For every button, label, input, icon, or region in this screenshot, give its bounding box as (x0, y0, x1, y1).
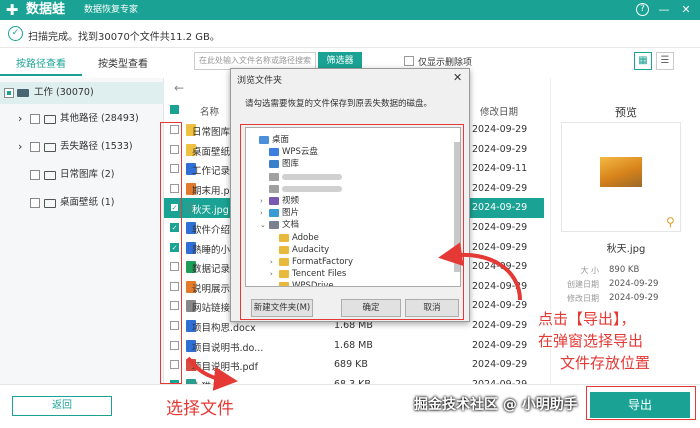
path-tree-panel: 工作 (30070) › 其他路径 (28493) › 丢失路径 (1533) … (0, 78, 164, 384)
row-date: 2024-09-29 (472, 339, 528, 351)
zoom-icon[interactable]: ⚲ (666, 215, 675, 229)
folder-icon (44, 115, 56, 124)
scan-status-text: 扫描完成。找到30070个文件共11.2 GB。 (28, 32, 220, 43)
meta-modified-value: 2024-09-29 (609, 293, 659, 303)
status-bar: ✓ 扫描完成。找到30070个文件共11.2 GB。 (0, 20, 700, 48)
row-date: 2024-09-29 (472, 222, 528, 233)
meta-size-value: 890 KB (609, 265, 640, 275)
deleted-only-checkbox[interactable] (404, 56, 414, 66)
minimize-icon[interactable]: — (656, 2, 672, 18)
preview-thumbnail (600, 157, 642, 187)
preview-title: 预览 (615, 106, 637, 119)
meta-size-label: 大 小 (580, 266, 599, 275)
tree-item-label: 其他路径 (28493) (60, 113, 139, 124)
deleted-only-label: 仅显示删除项 (418, 58, 473, 68)
folder-icon (44, 143, 56, 152)
tree-item-lost-paths[interactable]: › 丢失路径 (1533) (0, 136, 164, 158)
meta-modified-label: 修改日期 (567, 294, 599, 303)
tree-item-wallpaper[interactable]: 桌面壁纸 (1) (0, 192, 164, 214)
tree-item-root[interactable]: 工作 (30070) (0, 82, 164, 104)
tree-item-daily-gallery[interactable]: 日常图库 (2) (0, 164, 164, 186)
drive-icon (17, 89, 29, 97)
row-size: 1.68 MB (334, 339, 373, 351)
tree-checkbox[interactable] (30, 114, 40, 124)
row-date: 2024-09-29 (472, 241, 528, 253)
tree-item-other-paths[interactable]: › 其他路径 (28493) (0, 108, 164, 130)
annotation-export-line2: 在弹窗选择导出 (538, 332, 644, 350)
tree-checkbox[interactable] (30, 142, 40, 152)
row-date: 2024-09-29 (472, 124, 528, 135)
back-button[interactable]: 返回 (12, 396, 112, 416)
col-date-header[interactable]: 修改日期 (480, 104, 518, 118)
row-name: 项目说明书.do... (192, 342, 264, 354)
row-name: 桌面壁纸 (192, 146, 231, 158)
annotation-export-line1: 点击【导出】， (538, 310, 636, 328)
back-arrow-icon[interactable]: ← (174, 81, 184, 95)
app-name: 数据蛙 (26, 2, 66, 17)
checkbox-highlight-box (160, 122, 182, 384)
watermark-text: 掘金技术社区 @ 小明助手 (414, 397, 578, 413)
folder-icon (44, 171, 56, 180)
tree-item-label: 桌面壁纸 (1) (60, 197, 115, 208)
logo-icon: ✚ (5, 1, 19, 19)
annotation-export-line3: 文件存放位置 (560, 354, 651, 372)
close-icon[interactable]: ✕ (678, 2, 694, 18)
folder-icon (44, 199, 56, 208)
app-subtitle: 数据恢复专家 (84, 5, 139, 15)
row-date: 2024-09-29 (472, 359, 528, 371)
tree-root-checkbox[interactable] (4, 88, 14, 98)
tree-item-label: 丢失路径 (1533) (60, 141, 133, 152)
chevron-right-icon[interactable]: › (18, 108, 22, 130)
dialog-close-icon[interactable]: ✕ (453, 71, 462, 84)
select-all-checkbox[interactable] (170, 105, 179, 114)
preview-card: ⚲ (561, 122, 681, 232)
row-name: 日常图库 (192, 127, 231, 138)
col-name-header[interactable]: 名称 (200, 104, 219, 118)
row-date: 2024-09-29 (472, 202, 528, 214)
tab-by-type[interactable]: 按类型查看 (82, 56, 164, 76)
meta-created-value: 2024-09-29 (609, 279, 659, 289)
preview-file-name: 秋天.jpg (606, 244, 646, 255)
tree-item-label: 日常图库 (2) (60, 169, 115, 180)
dialog-title: 浏览文件夹 (237, 76, 283, 86)
question-icon[interactable]: ? (636, 3, 649, 16)
row-name: 项目构思.docx (192, 323, 256, 334)
title-bar: ✚ 数据蛙 数据恢复专家 ? — ✕ (0, 0, 700, 20)
row-date: 2024-09-29 (472, 320, 528, 331)
annotation-select-files: 选择文件 (166, 399, 234, 419)
dialog-highlight-box (240, 124, 464, 320)
meta-created-label: 创建日期 (567, 280, 599, 289)
row-size: 689 KB (334, 359, 368, 371)
dialog-prompt: 请勾选需要恢复的文件保存到原丢失数据的磁盘。 (245, 99, 433, 109)
chevron-right-icon[interactable]: › (18, 136, 22, 158)
row-date: 2024-09-11 (472, 163, 528, 175)
table-row[interactable]: 项目说明书.pdf 689 KB 2024-09-29 (164, 355, 544, 375)
check-circle-icon: ✓ (8, 26, 23, 41)
grid-view-icon[interactable]: ▦ (634, 52, 652, 70)
row-date: 2024-09-29 (472, 143, 528, 155)
tree-root-label: 工作 (30070) (34, 87, 94, 98)
row-date: 2024-09-29 (472, 182, 528, 194)
row-date: 2024-09-29 (472, 261, 528, 273)
list-view-icon[interactable]: ☰ (656, 52, 674, 70)
tree-checkbox[interactable] (30, 170, 40, 180)
row-name: 秋天.jpg (192, 205, 229, 217)
row-date: 2024-09-29 (472, 300, 528, 312)
row-name: 项目说明书.pdf (192, 362, 258, 374)
tree-checkbox[interactable] (30, 198, 40, 208)
export-highlight-box (586, 386, 696, 420)
table-row[interactable]: 项目说明书.do... 1.68 MB 2024-09-29 (164, 336, 544, 356)
tab-by-path[interactable]: 按路径查看 (0, 56, 82, 76)
row-date: 2024-09-29 (472, 280, 528, 292)
